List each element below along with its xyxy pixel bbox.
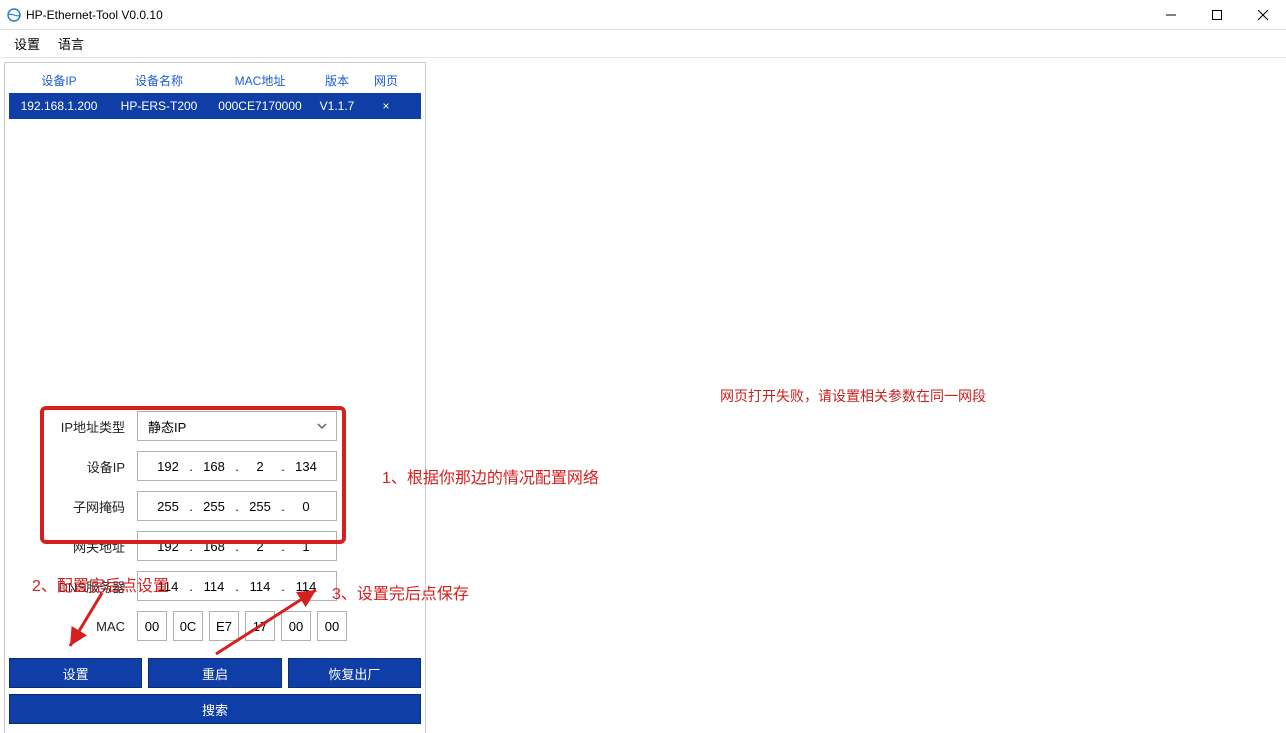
- subnet-oct1[interactable]: [150, 499, 186, 514]
- device-ip-label: 设备IP: [13, 457, 137, 476]
- menu-settings[interactable]: 设置: [14, 34, 40, 53]
- ip-type-select[interactable]: 静态IP: [137, 411, 337, 441]
- dns-input[interactable]: . . .: [137, 571, 337, 601]
- device-ip-input[interactable]: . . .: [137, 451, 337, 481]
- apply-button[interactable]: 设置: [9, 658, 142, 688]
- ip-type-label: IP地址类型: [13, 417, 137, 436]
- gateway-oct2[interactable]: [196, 539, 232, 554]
- factory-reset-button[interactable]: 恢复出厂: [288, 658, 421, 688]
- cell-mac: 000CE7170000: [209, 99, 311, 113]
- chevron-down-icon: [316, 420, 328, 432]
- dns-oct2[interactable]: [196, 579, 232, 594]
- subnet-oct4[interactable]: [288, 499, 324, 514]
- table-row[interactable]: 192.168.1.200 HP-ERS-T200 000CE7170000 V…: [9, 93, 421, 119]
- menu-language[interactable]: 语言: [58, 34, 84, 53]
- table-header: 设备IP 设备名称 MAC地址 版本 网页: [9, 67, 421, 93]
- device-ip-oct3[interactable]: [242, 459, 278, 474]
- cell-ip: 192.168.1.200: [9, 99, 109, 113]
- close-button[interactable]: [1240, 0, 1286, 30]
- left-panel: 设备IP 设备名称 MAC地址 版本 网页 192.168.1.200 HP-E…: [4, 62, 426, 733]
- right-panel: 网页打开失败，请设置相关参数在同一网段: [430, 58, 1286, 733]
- mac-oct5[interactable]: [281, 611, 311, 641]
- mac-oct1[interactable]: [137, 611, 167, 641]
- title-bar: HP-Ethernet-Tool V0.0.10: [0, 0, 1286, 30]
- mac-oct3[interactable]: [209, 611, 239, 641]
- cell-web-link[interactable]: ×: [363, 99, 409, 113]
- ip-type-value: 静态IP: [148, 417, 186, 436]
- mac-oct2[interactable]: [173, 611, 203, 641]
- search-button[interactable]: 搜索: [9, 694, 421, 724]
- mac-oct4[interactable]: [245, 611, 275, 641]
- gateway-oct1[interactable]: [150, 539, 186, 554]
- col-header-name: 设备名称: [109, 72, 209, 89]
- cell-name: HP-ERS-T200: [109, 99, 209, 113]
- subnet-oct2[interactable]: [196, 499, 232, 514]
- minimize-button[interactable]: [1148, 0, 1194, 30]
- gateway-input[interactable]: . . .: [137, 531, 337, 561]
- restart-button[interactable]: 重启: [148, 658, 281, 688]
- device-ip-oct2[interactable]: [196, 459, 232, 474]
- subnet-oct3[interactable]: [242, 499, 278, 514]
- dns-oct1[interactable]: [150, 579, 186, 594]
- col-header-ip: 设备IP: [9, 72, 109, 89]
- device-table: 设备IP 设备名称 MAC地址 版本 网页 192.168.1.200 HP-E…: [9, 67, 421, 119]
- menu-bar: 设置 语言: [0, 30, 1286, 58]
- app-icon: [6, 7, 22, 23]
- config-form: IP地址类型 静态IP 设备IP . . . 子网掩码 .: [9, 406, 421, 646]
- subnet-label: 子网掩码: [13, 497, 137, 516]
- cell-version: V1.1.7: [311, 99, 363, 113]
- device-ip-oct4[interactable]: [288, 459, 324, 474]
- window-title: HP-Ethernet-Tool V0.0.10: [26, 8, 163, 22]
- col-header-version: 版本: [311, 72, 363, 89]
- button-bar: 设置 重启 恢复出厂 搜索: [9, 658, 421, 730]
- dns-label: DNS服务器: [13, 577, 137, 596]
- gateway-oct4[interactable]: [288, 539, 324, 554]
- col-header-mac: MAC地址: [209, 72, 311, 89]
- dns-oct4[interactable]: [288, 579, 324, 594]
- window-controls: [1148, 0, 1286, 30]
- subnet-input[interactable]: . . .: [137, 491, 337, 521]
- maximize-button[interactable]: [1194, 0, 1240, 30]
- mac-oct6[interactable]: [317, 611, 347, 641]
- device-ip-oct1[interactable]: [150, 459, 186, 474]
- col-header-web: 网页: [363, 72, 409, 89]
- mac-input[interactable]: [137, 611, 347, 641]
- web-error-message: 网页打开失败，请设置相关参数在同一网段: [720, 386, 986, 406]
- gateway-oct3[interactable]: [242, 539, 278, 554]
- mac-label: MAC: [13, 619, 137, 634]
- gateway-label: 网关地址: [13, 537, 137, 556]
- dns-oct3[interactable]: [242, 579, 278, 594]
